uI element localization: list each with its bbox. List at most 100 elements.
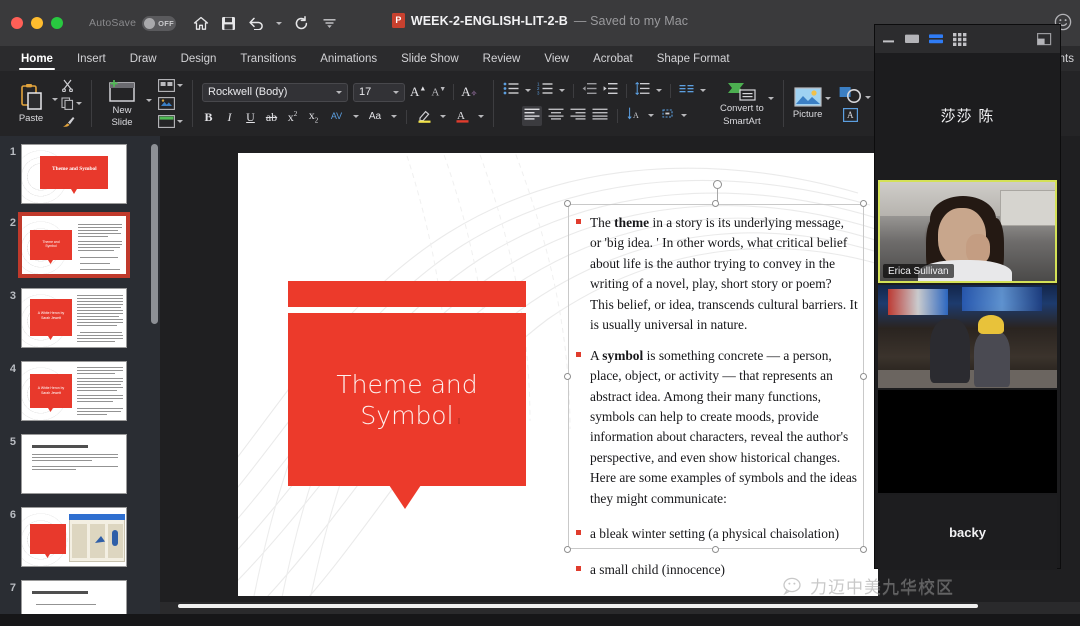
slide-thumbnail-6[interactable] [21, 507, 127, 567]
participant-tile-2[interactable] [878, 285, 1057, 388]
save-icon[interactable] [220, 15, 237, 32]
italic-button[interactable]: I [223, 111, 236, 123]
thumbnail-row[interactable]: 1 Theme and Symbol [0, 136, 160, 204]
tab-draw[interactable]: Draw [118, 46, 169, 71]
reset-slide-button[interactable] [158, 97, 183, 110]
participant-tile-3[interactable] [878, 390, 1057, 493]
slide-thumbnail-5[interactable] [21, 434, 127, 494]
line-spacing-caret[interactable] [656, 89, 662, 92]
tab-slide-show[interactable]: Slide Show [389, 46, 471, 71]
text-direction-button[interactable]: A [627, 107, 642, 125]
cut-button[interactable] [61, 79, 82, 92]
participant-tile-erica[interactable]: Erica Sullivan [878, 180, 1057, 283]
change-case-caret[interactable] [391, 115, 397, 118]
columns-button[interactable] [679, 82, 694, 100]
thumbnail-row[interactable]: 3 A White Heron by Sarah Jewett [0, 275, 160, 348]
tab-insert[interactable]: Insert [65, 46, 118, 71]
decrease-indent-button[interactable] [582, 82, 597, 100]
paste-dropdown-caret[interactable] [52, 98, 58, 101]
horizontal-scrollbar-thumb[interactable] [178, 604, 978, 608]
paste-button[interactable]: Paste [13, 83, 49, 124]
slide-thumbnail-pane[interactable]: 1 Theme and Symbol 2 Theme and Symbol 3 … [0, 136, 160, 626]
justify-button[interactable] [592, 107, 608, 125]
autosave-toggle[interactable]: OFF [142, 15, 177, 31]
resize-handle-tl[interactable] [564, 200, 571, 207]
text-highlight-caret[interactable] [440, 115, 446, 118]
video-panel-header[interactable] [875, 25, 1060, 53]
undo-icon[interactable] [248, 15, 265, 32]
change-case-button[interactable]: Aa [367, 111, 383, 122]
layout-dropdown-caret[interactable] [177, 84, 183, 87]
gallery-grid-icon[interactable] [953, 32, 968, 46]
resize-handle-bc[interactable] [712, 546, 719, 553]
font-color-caret[interactable] [478, 115, 484, 118]
customize-toolbar-icon[interactable] [321, 15, 338, 32]
resize-handle-tc[interactable] [712, 200, 719, 207]
slide-editor[interactable]: Theme and Symbol The theme in a story is… [238, 153, 878, 596]
thumbnail-row[interactable]: 2 Theme and Symbol [0, 204, 160, 278]
copy-dropdown-caret[interactable] [76, 102, 82, 105]
tab-home[interactable]: Home [9, 46, 65, 71]
numbered-list-button[interactable]: 123 [537, 81, 553, 100]
numbered-list-caret[interactable] [559, 89, 565, 92]
speaker-view-icon[interactable] [905, 34, 920, 44]
quick-access-toolbar[interactable] [192, 15, 338, 32]
resize-handle-ml[interactable] [564, 373, 571, 380]
autosave-control[interactable]: AutoSave OFF [89, 15, 177, 31]
tab-view[interactable]: View [532, 46, 581, 71]
tab-acrobat[interactable]: Acrobat [581, 46, 645, 71]
text-highlight-button[interactable] [416, 109, 432, 125]
underline-button[interactable]: U [244, 111, 257, 123]
new-slide-dropdown-caret[interactable] [146, 99, 152, 102]
window-controls[interactable] [0, 17, 63, 29]
resize-handle-mr[interactable] [860, 373, 867, 380]
superscript-button[interactable]: x2 [286, 110, 299, 123]
character-spacing-caret[interactable] [353, 115, 359, 118]
slide-thumbnail-1[interactable]: Theme and Symbol [21, 144, 127, 204]
redo-icon[interactable] [293, 15, 310, 32]
section-dropdown-caret[interactable] [177, 120, 183, 123]
section-button[interactable] [158, 115, 183, 128]
tab-animations[interactable]: Animations [308, 46, 389, 71]
align-center-button[interactable] [548, 107, 564, 125]
slide-thumbnail-2[interactable]: Theme and Symbol [18, 212, 130, 278]
gallery-rows-icon[interactable] [929, 33, 944, 45]
slide-title-shape[interactable]: Theme and Symbol [288, 281, 526, 509]
picture-button[interactable]: Picture [793, 86, 822, 120]
copy-button[interactable] [61, 97, 82, 110]
increase-indent-button[interactable] [603, 82, 618, 100]
font-color-button[interactable]: A [454, 109, 470, 125]
bold-button[interactable]: B [202, 111, 215, 123]
convert-to-smartart-button[interactable]: Convert to SmartArt [720, 80, 764, 127]
font-name-caret[interactable] [336, 90, 342, 94]
thumbnail-scrollbar[interactable] [151, 144, 158, 324]
font-size-caret[interactable] [393, 90, 399, 94]
increase-font-size-button[interactable]: A▲ [410, 84, 426, 100]
thumbnail-row[interactable]: 4 A White Heron by Sarah Jewett [0, 348, 160, 421]
symbol-paragraph[interactable]: A symbol is something concrete — a perso… [574, 346, 858, 510]
minimize-window-button[interactable] [31, 17, 43, 29]
character-spacing-button[interactable]: AV [328, 112, 345, 121]
font-size-input[interactable]: 17 [353, 82, 405, 102]
columns-caret[interactable] [700, 89, 706, 92]
thumbnail-row[interactable]: 6 [0, 494, 160, 567]
picture-dropdown-caret[interactable] [825, 97, 832, 100]
font-name-input[interactable]: Rockwell (Body) [202, 82, 348, 102]
format-painter-button[interactable] [61, 115, 82, 128]
tab-design[interactable]: Design [169, 46, 229, 71]
shapes-dropdown-caret[interactable] [865, 96, 872, 99]
slide-thumbnail-4[interactable]: A White Heron by Sarah Jewett [21, 361, 127, 421]
expand-thumbnail-icon[interactable] [1037, 32, 1052, 46]
bulleted-list-button[interactable] [503, 82, 519, 100]
resize-handle-br[interactable] [860, 546, 867, 553]
align-left-button[interactable] [522, 105, 542, 126]
close-window-button[interactable] [11, 17, 23, 29]
align-right-button[interactable] [570, 107, 586, 125]
resize-handle-bl[interactable] [564, 546, 571, 553]
align-text-button[interactable] [660, 107, 675, 125]
participant-tile-backy[interactable]: backy [878, 495, 1057, 570]
decrease-font-size-button[interactable]: A▼ [431, 85, 446, 99]
home-icon[interactable] [192, 15, 209, 32]
video-conference-panel[interactable]: 莎莎 陈 Erica Sullivan backy [875, 25, 1060, 570]
undo-dropdown-caret[interactable] [276, 21, 283, 25]
